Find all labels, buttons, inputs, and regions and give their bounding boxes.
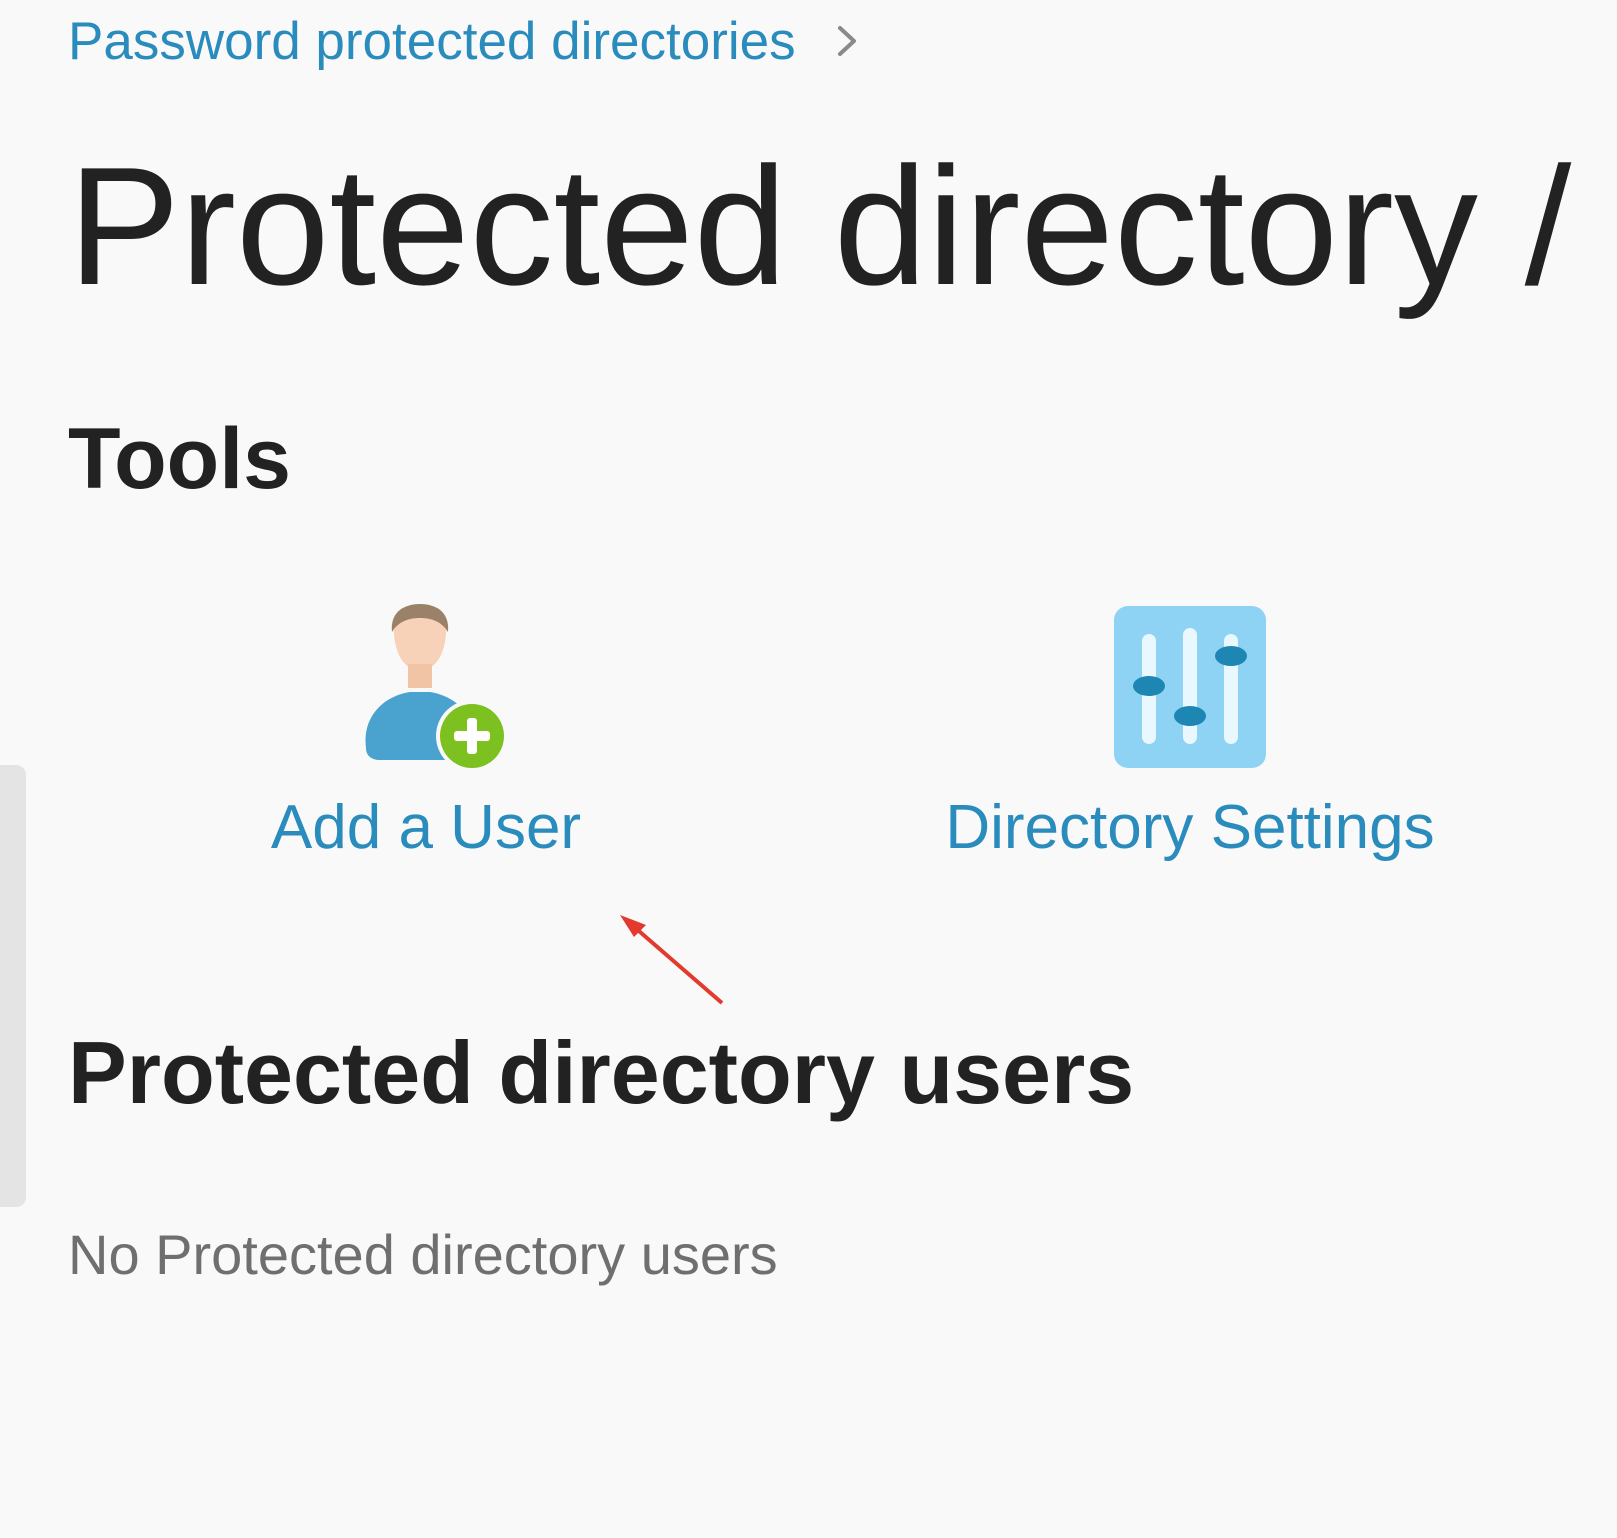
- add-user-label: Add a User: [270, 793, 582, 862]
- add-user-icon: [365, 604, 508, 772]
- breadcrumb-link-password-protected-directories[interactable]: Password protected directories: [68, 11, 796, 72]
- page-title: Protected directory /: [68, 132, 1572, 320]
- sidebar-collapse-handle[interactable]: [0, 765, 26, 1207]
- directory-settings-button[interactable]: Directory Settings: [890, 598, 1490, 863]
- breadcrumb: Password protected directories: [68, 6, 858, 76]
- directory-settings-label: Directory Settings: [945, 793, 1435, 862]
- add-user-button[interactable]: Add a User: [236, 598, 616, 863]
- chevron-right-icon: [837, 26, 856, 56]
- empty-users-message: No Protected directory users: [68, 1223, 778, 1286]
- users-heading: Protected directory users: [68, 1023, 1135, 1122]
- tools-heading: Tools: [68, 411, 291, 507]
- sliders-settings-icon: [1114, 606, 1266, 768]
